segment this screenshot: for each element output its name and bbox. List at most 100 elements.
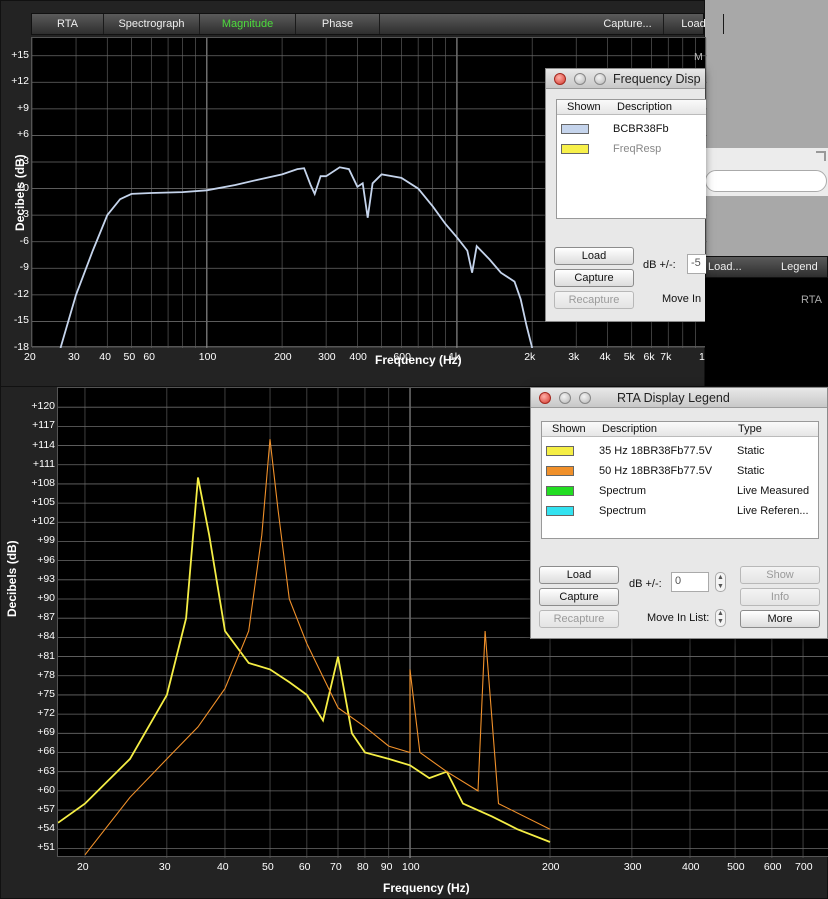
trace-description: Spectrum [599,485,647,497]
y-tick-label: +15 [11,48,29,61]
y-tick-label: +9 [17,101,29,114]
dialog-title: RTA Display Legend [617,391,730,405]
capture-button[interactable]: Capture... [592,14,664,34]
y-tick-label: +108 [31,476,55,489]
close-icon[interactable] [554,73,566,85]
y-tick-label: +120 [31,400,55,413]
y-tick-label: +72 [37,707,55,720]
trace-description: Spectrum [599,505,647,517]
y-tick-label: +12 [11,75,29,88]
dialog-titlebar: RTA Display Legend [531,388,827,408]
color-swatch[interactable] [546,486,574,496]
color-swatch[interactable] [561,124,589,134]
trace-description: BCBR38Fb [613,123,669,135]
trace-list[interactable]: Shown Description BCBR38Fb FreqResp [556,99,706,219]
y-tick-label: +84 [37,630,55,643]
capture-button[interactable]: Capture [539,588,619,606]
rta-label: RTA [801,294,822,306]
strip-legend-button[interactable]: Legend [781,261,818,273]
tab-spectrograph[interactable]: Spectrograph [104,14,200,34]
x-tick-label: 60 [143,351,155,363]
show-button[interactable]: Show [740,566,820,584]
list-header: Shown Description [557,100,706,115]
y-tick-label: -15 [13,314,29,327]
y-tick-label: +102 [31,515,55,528]
x-tick-label: 60 [298,861,311,873]
strip-load-button[interactable]: Load... [708,261,742,273]
y-tick-label: +54 [37,822,55,835]
close-icon[interactable] [539,392,551,404]
load-button[interactable]: Load [664,14,724,34]
list-item[interactable]: 35 Hz 18BR38Fb77.5V Static [542,442,818,462]
x-tick-label: 80 [356,861,369,873]
list-item[interactable]: Spectrum Live Measured [542,482,818,502]
tab-rta[interactable]: RTA [32,14,104,34]
dialog-titlebar: Frequency Disp [546,69,705,89]
trace-description: 35 Hz 18BR38Fb77.5V [599,445,713,457]
y-tick-label: -9 [19,261,29,274]
list-item[interactable]: 50 Hz 18BR38Fb77.5V Static [542,462,818,482]
frequency-display-dialog: Frequency Disp Shown Description BCBR38F… [545,68,706,322]
x-tick-label: 30 [158,861,171,873]
list-item[interactable]: BCBR38Fb [557,120,706,140]
y-tick-label: +75 [37,687,55,700]
x-tick-label: 700 [795,861,813,873]
color-swatch[interactable] [546,466,574,476]
background-window [705,148,828,196]
corner-label: M [694,51,703,63]
recapture-button[interactable]: Recapture [539,610,619,628]
list-item[interactable]: FreqResp [557,140,706,160]
minimize-icon[interactable] [574,73,586,85]
zoom-icon[interactable] [594,73,606,85]
rta-background-window: Load... Legend RTA [705,256,828,388]
move-stepper[interactable]: ▲ ▼ [715,609,726,627]
x-tick-label: 4k [599,351,611,363]
col-shown[interactable]: Shown [567,101,601,113]
y-tick-label: +111 [32,457,55,470]
more-button[interactable]: More [740,610,820,628]
info-button[interactable]: Info [740,588,820,606]
y-tick-label: +87 [37,611,55,624]
y-tick-label: +57 [37,803,55,816]
col-type[interactable]: Type [738,423,762,435]
y-tick-label: +90 [37,592,55,605]
zoom-icon[interactable] [579,392,591,404]
load-button[interactable]: Load [554,247,634,265]
trace-description: FreqResp [613,143,662,155]
db-offset-label: dB +/-: [643,259,676,271]
color-swatch[interactable] [546,446,574,456]
x-tick-label: 200 [542,861,560,873]
db-offset-field[interactable]: 0 [671,572,709,592]
x-axis-label: Frequency (Hz) [383,881,470,895]
dialog-title: Frequency Disp [613,72,701,86]
db-stepper[interactable]: ▲ ▼ [715,572,726,592]
y-tick-label: +96 [37,553,55,566]
trace-type: Static [737,465,765,477]
capture-button[interactable]: Capture [554,269,634,287]
minimize-icon[interactable] [559,392,571,404]
db-offset-field[interactable]: -5 [687,254,706,274]
x-tick-label: 40 [99,351,111,363]
tab-magnitude[interactable]: Magnitude [200,14,296,34]
resize-icon [816,151,826,161]
x-tick-label: 1k [448,351,460,363]
x-tick-label: 40 [216,861,229,873]
col-description[interactable]: Description [617,101,672,113]
y-tick-label: +63 [37,764,55,777]
color-swatch[interactable] [561,144,589,154]
trace-list[interactable]: Shown Description Type 35 Hz 18BR38Fb77.… [541,421,819,539]
color-swatch[interactable] [546,506,574,516]
x-tick-label: 300 [623,861,642,873]
tab-phase[interactable]: Phase [296,14,380,34]
col-description[interactable]: Description [602,423,657,435]
y-tick-label: -12 [13,287,29,300]
recapture-button[interactable]: Recapture [554,291,634,309]
y-tick-label: +3 [17,155,29,167]
search-field[interactable] [705,170,827,192]
load-button[interactable]: Load [539,566,619,584]
list-item[interactable]: Spectrum Live Referen... [542,502,818,522]
col-shown[interactable]: Shown [552,423,586,435]
y-tick-label: -6 [19,234,29,247]
y-tick-label: +69 [37,726,55,739]
x-tick-label: 20 [24,351,36,363]
